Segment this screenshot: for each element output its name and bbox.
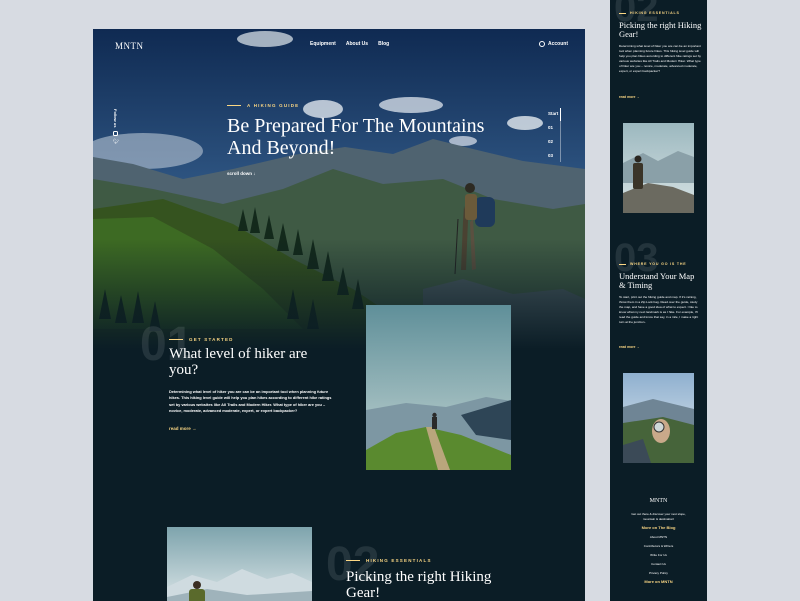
side-footer: MNTN Get out there & discover your next …	[610, 498, 707, 584]
side-s3-read-more[interactable]: read more →	[619, 345, 640, 349]
hero-mountain-image	[93, 29, 585, 349]
side-s2-eyebrow: HIKING ESSENTIALS	[619, 11, 680, 15]
page-continuation-preview: 02 HIKING ESSENTIALS Picking the right H…	[610, 0, 707, 601]
hero-eyebrow: A HIKING GUIDE	[227, 103, 299, 108]
side-compass-image	[623, 373, 694, 463]
brand-logo[interactable]: MNTN	[115, 41, 144, 51]
follow-label: Follow us	[113, 109, 118, 128]
eyebrow-line	[169, 339, 183, 340]
read-more-label: read more	[619, 345, 636, 349]
eyebrow-line	[619, 263, 626, 265]
footer-description: Get out there & discover your next slope…	[631, 512, 686, 521]
arrow-right-icon: →	[636, 95, 640, 99]
main-nav: Equipment About Us Blog	[310, 41, 389, 47]
hero-eyebrow-text: A HIKING GUIDE	[247, 103, 300, 108]
section1-eyebrow: GET STARTED	[169, 337, 234, 342]
section1-read-more[interactable]: read more →	[169, 426, 197, 431]
side-s2-body: Determining what level of hiker you are …	[619, 44, 701, 73]
hiking-gear-image	[167, 527, 312, 601]
footer-blog-heading: More on The Blog	[641, 525, 676, 531]
side-s2-read-more[interactable]: read more →	[619, 95, 640, 99]
hero-section: MNTN Equipment About Us Blog Account Fol…	[93, 29, 585, 349]
arrow-down-icon: ↓	[253, 171, 256, 176]
arrow-right-icon: →	[636, 345, 640, 349]
twitter-icon[interactable]: 🐦︎	[113, 139, 120, 145]
side-s3-title: Understand Your Map & Timing	[619, 271, 695, 290]
hero-title: Be Prepared For The Mountains And Beyond…	[227, 115, 485, 159]
account-label: Account	[548, 41, 568, 47]
side-s3-eyebrow-text: WHERE YOU GO IS THE	[630, 262, 687, 266]
section1-body: Determining what level of hiker you are …	[169, 389, 332, 414]
side-s2-eyebrow-text: HIKING ESSENTIALS	[630, 11, 680, 15]
arrow-right-icon: →	[192, 426, 197, 431]
slide-indicator: Start 01 02 03	[548, 108, 562, 167]
user-icon	[539, 41, 545, 47]
footer-logo[interactable]: MNTN	[610, 498, 707, 504]
nav-item-about-us[interactable]: About Us	[346, 41, 368, 47]
nav-item-blog[interactable]: Blog	[378, 41, 389, 47]
footer-link-privacy[interactable]: Privacy Policy	[610, 571, 707, 575]
scroll-down-link[interactable]: scroll down ↓	[227, 171, 256, 176]
section1-eyebrow-text: GET STARTED	[189, 337, 234, 342]
section2-eyebrow: HIKING ESSENTIALS	[346, 558, 432, 563]
section2-eyebrow-text: HIKING ESSENTIALS	[366, 558, 432, 563]
footer-link-contact[interactable]: Contact Us	[610, 562, 707, 566]
hiker-trail-image	[366, 305, 511, 470]
eyebrow-line	[619, 12, 626, 14]
nav-item-equipment[interactable]: Equipment	[310, 41, 336, 47]
account-link[interactable]: Account	[539, 41, 568, 47]
footer-link-write-for-us[interactable]: Write For Us	[610, 553, 707, 557]
side-hiker-rock-image	[623, 123, 694, 213]
landing-page: MNTN Equipment About Us Blog Account Fol…	[93, 29, 585, 601]
footer-more-heading: More on MNTN	[644, 579, 673, 585]
instagram-icon[interactable]	[113, 131, 118, 137]
side-s2-title: Picking the right Hiking Gear!	[619, 20, 702, 39]
section2-title: Picking the right Hiking Gear!	[346, 569, 492, 601]
section1-title: What level of hiker are you?	[169, 346, 308, 378]
read-more-label: read more	[169, 426, 191, 431]
social-follow: Follow us 🐦︎	[112, 109, 120, 145]
slide-progress-bar	[560, 108, 561, 162]
slide-progress-fill	[560, 108, 561, 121]
footer-link-contributors[interactable]: Contributors & Writers	[610, 544, 707, 548]
side-s3-eyebrow: WHERE YOU GO IS THE	[619, 262, 686, 266]
footer-link-about[interactable]: About MNTN	[610, 535, 707, 539]
read-more-label: read more	[619, 95, 636, 99]
scroll-down-label: scroll down	[227, 171, 253, 176]
eyebrow-line	[346, 560, 360, 561]
eyebrow-line	[227, 105, 241, 106]
side-s3-body: To start, print out the hiking guide and…	[619, 295, 699, 324]
